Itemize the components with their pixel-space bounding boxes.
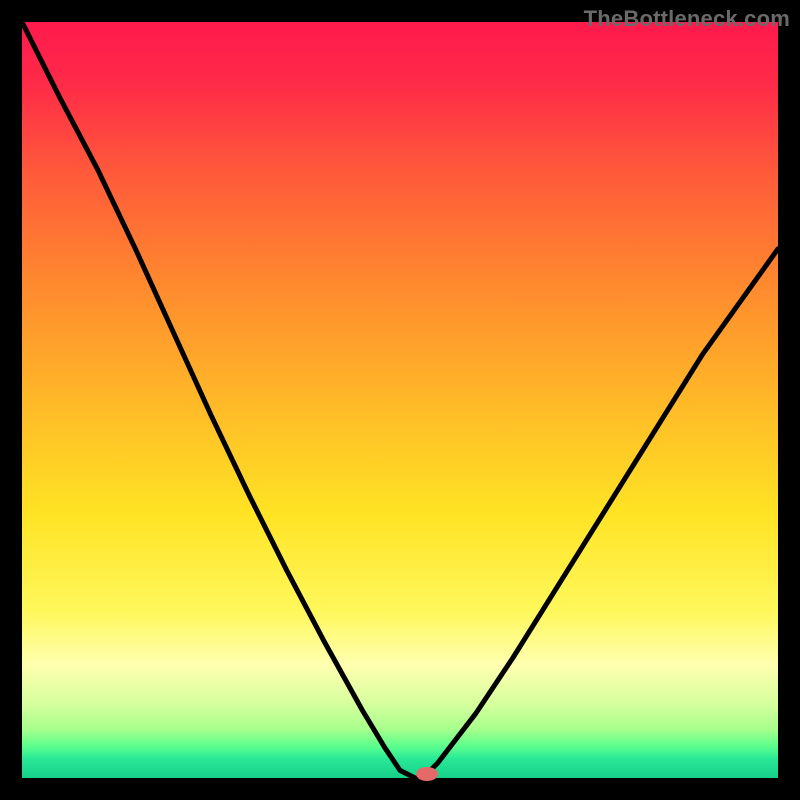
chart-container: TheBottleneck.com (0, 0, 800, 800)
chart-background-gradient (22, 22, 778, 778)
bottleneck-chart (0, 0, 800, 800)
watermark-text: TheBottleneck.com (584, 6, 790, 32)
bottleneck-marker (416, 767, 438, 781)
